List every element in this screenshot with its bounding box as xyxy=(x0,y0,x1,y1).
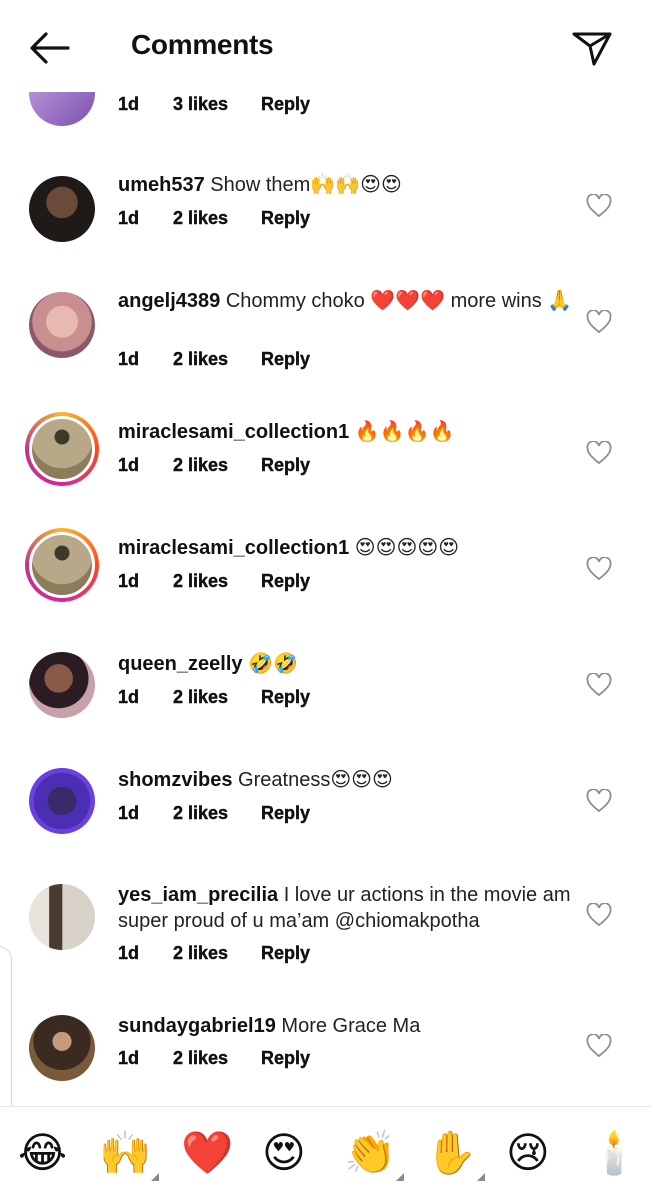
clapping-hands-emoji[interactable]: 👏 xyxy=(344,1128,405,1181)
story-avatar[interactable] xyxy=(25,412,99,486)
heart-eyes-emoji[interactable]: 😍 xyxy=(262,1129,306,1177)
comment-age: 1d xyxy=(118,571,140,591)
like-heart-icon[interactable] xyxy=(586,673,612,697)
like-count[interactable]: 2 likes xyxy=(173,1048,228,1069)
like-count[interactable]: 2 likes xyxy=(173,571,228,592)
raised-hand-emoji[interactable]: ✋ xyxy=(425,1128,486,1181)
skin-tone-indicator-icon xyxy=(396,1173,405,1181)
skin-tone-indicator-icon xyxy=(151,1173,160,1181)
edge-handle[interactable] xyxy=(0,946,12,1126)
comment-age: 1d xyxy=(118,349,140,369)
skin-tone-indicator-icon xyxy=(477,1173,486,1181)
like-count[interactable]: 2 likes xyxy=(173,208,228,229)
reply-button[interactable]: Reply xyxy=(261,208,310,229)
comment-age: 1d xyxy=(118,94,140,114)
red-heart-emoji[interactable]: ❤️ xyxy=(181,1129,233,1177)
comment-age: 1d xyxy=(118,803,140,823)
like-count[interactable]: 3 likes xyxy=(173,94,228,115)
like-heart-icon[interactable] xyxy=(586,310,612,334)
comment-body: yes_iam_precilia I love ur actions in th… xyxy=(118,882,573,934)
emoji-quick-reaction-bar: 😂 🙌 ❤️ 😍 👏 ✋ 😢 🕯️ xyxy=(0,1106,651,1194)
comment-username[interactable]: angelj4389 xyxy=(118,290,220,312)
avatar[interactable] xyxy=(29,652,95,718)
reply-button[interactable]: Reply xyxy=(261,1048,310,1069)
raising-hands-emoji-glyph: 🙌 xyxy=(99,1128,152,1177)
avatar[interactable] xyxy=(29,176,95,242)
like-count[interactable]: 2 likes xyxy=(173,687,228,708)
reply-button[interactable]: Reply xyxy=(261,94,310,115)
comment-username[interactable]: umeh537 xyxy=(118,174,205,196)
comment-text: 😍😍😍😍😍 xyxy=(354,537,460,559)
avatar[interactable] xyxy=(29,884,95,950)
like-heart-icon[interactable] xyxy=(586,441,612,465)
comment-body: angelj4389 Chommy choko ❤️❤️❤️ more wins… xyxy=(118,288,573,314)
avatar[interactable] xyxy=(29,292,95,358)
comment-text: Greatness😍😍😍 xyxy=(238,769,393,791)
like-heart-icon[interactable] xyxy=(586,194,612,218)
like-heart-icon[interactable] xyxy=(586,1034,612,1058)
comment-body: sundaygabriel19 More Grace Ma xyxy=(118,1013,573,1039)
comment-body: queen_zeelly 🤣🤣 xyxy=(118,651,573,677)
avatar[interactable] xyxy=(29,768,95,834)
like-count[interactable]: 2 likes xyxy=(173,455,228,476)
comment-username[interactable]: shomzvibes xyxy=(118,769,232,791)
clapping-hands-emoji-glyph: 👏 xyxy=(344,1128,397,1177)
comment-age: 1d xyxy=(118,455,140,475)
comment-age: 1d xyxy=(118,208,140,228)
comment-age: 1d xyxy=(118,1048,140,1068)
comment-body: miraclesami_collection1 😍😍😍😍😍 xyxy=(118,535,573,561)
reply-button[interactable]: Reply xyxy=(261,943,310,964)
like-count[interactable]: 2 likes xyxy=(173,349,228,370)
reply-button[interactable]: Reply xyxy=(261,687,310,708)
comment-body: miraclesami_collection1 🔥🔥🔥🔥 xyxy=(118,419,573,445)
like-heart-icon[interactable] xyxy=(586,557,612,581)
comment-body: umeh537 Show them🙌🙌😍😍 xyxy=(118,172,573,198)
avatar[interactable] xyxy=(29,1015,95,1081)
candle-emoji[interactable]: 🕯️ xyxy=(588,1129,640,1177)
comment-text: 🔥🔥🔥🔥 xyxy=(354,421,455,443)
comment-age: 1d xyxy=(118,943,140,963)
comment-body: shomzvibes Greatness😍😍😍 xyxy=(118,767,573,793)
comment-username[interactable]: miraclesami_collection1 xyxy=(118,421,349,443)
comment-username[interactable]: queen_zeelly xyxy=(118,653,243,675)
comments-list[interactable]: 1d 3 likes Reply umeh537 Show them🙌🙌😍😍 1… xyxy=(0,0,651,1106)
comment-text: More Grace Ma xyxy=(281,1015,421,1037)
comment-username[interactable]: yes_iam_precilia xyxy=(118,884,278,906)
reply-button[interactable]: Reply xyxy=(261,455,310,476)
comment-text: Chommy choko ❤️❤️❤️ more wins 🙏 xyxy=(225,290,573,312)
comment-username[interactable]: sundaygabriel19 xyxy=(118,1015,276,1037)
page-title: Comments xyxy=(131,29,274,60)
like-count[interactable]: 2 likes xyxy=(173,803,228,824)
raising-hands-emoji[interactable]: 🙌 xyxy=(99,1128,160,1181)
like-heart-icon[interactable] xyxy=(586,903,612,927)
like-count[interactable]: 2 likes xyxy=(173,943,228,964)
comment-text: Show them🙌🙌😍😍 xyxy=(210,174,402,196)
back-arrow-icon[interactable] xyxy=(26,28,74,68)
comment-text: 🤣🤣 xyxy=(248,653,298,675)
story-avatar[interactable] xyxy=(25,528,99,602)
comment-username[interactable]: miraclesami_collection1 xyxy=(118,537,349,559)
tears-of-joy-emoji[interactable]: 😂 xyxy=(18,1129,67,1177)
crying-face-emoji[interactable]: 😢 xyxy=(506,1129,550,1177)
reply-button[interactable]: Reply xyxy=(261,349,310,370)
like-heart-icon[interactable] xyxy=(586,789,612,813)
reply-button[interactable]: Reply xyxy=(261,803,310,824)
reply-button[interactable]: Reply xyxy=(261,571,310,592)
raised-hand-emoji-glyph: ✋ xyxy=(425,1128,478,1177)
top-bar: Comments xyxy=(0,0,651,92)
comment-age: 1d xyxy=(118,687,140,707)
share-send-icon[interactable] xyxy=(568,26,616,70)
